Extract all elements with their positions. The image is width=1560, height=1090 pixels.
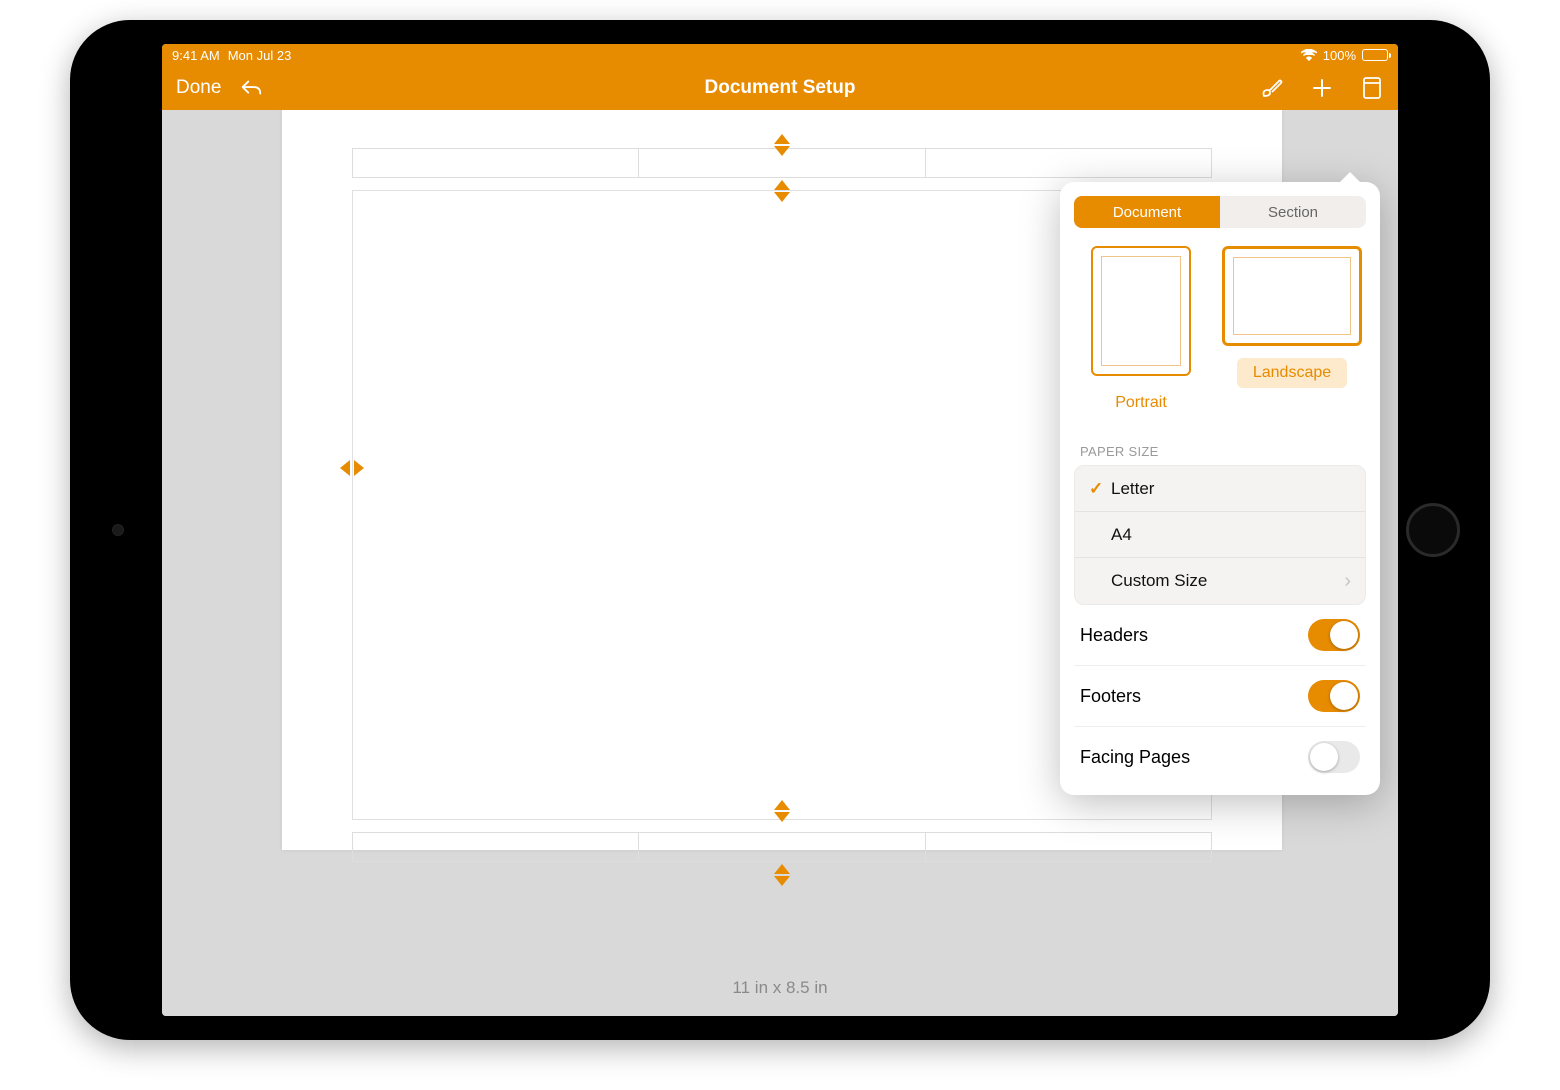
canvas-area[interactable]: 11 in x 8.5 in Document Section Portrait… (162, 110, 1398, 1016)
body-handle-top-up[interactable] (774, 180, 790, 190)
margin-handle-left[interactable] (340, 460, 350, 476)
tab-section[interactable]: Section (1220, 196, 1366, 228)
wifi-icon (1301, 49, 1317, 61)
facing-pages-label: Facing Pages (1080, 747, 1190, 768)
paper-option-a4[interactable]: A4 (1075, 512, 1365, 558)
brush-icon[interactable] (1260, 76, 1284, 100)
tab-document[interactable]: Document (1074, 196, 1220, 228)
headers-label: Headers (1080, 625, 1148, 646)
orientation-portrait[interactable]: Portrait (1078, 246, 1204, 418)
status-date: Mon Jul 23 (228, 48, 292, 63)
tab-segmented-control: Document Section (1074, 196, 1366, 228)
battery-percent: 100% (1323, 48, 1356, 63)
paper-size-heading: PAPER SIZE (1080, 444, 1360, 459)
portrait-label: Portrait (1099, 388, 1183, 418)
document-setup-popover: Document Section Portrait Landscape PAPE… (1060, 182, 1380, 795)
portrait-thumb-icon (1091, 246, 1191, 376)
facing-pages-toggle[interactable] (1308, 741, 1360, 773)
plus-icon[interactable] (1310, 76, 1334, 100)
margin-handle-left-in[interactable] (354, 460, 364, 476)
status-time: 9:41 AM (172, 48, 220, 63)
toolbar: Done Document Setup (162, 66, 1398, 110)
margin-handle-top-up[interactable] (774, 134, 790, 144)
body-handle-top-down[interactable] (774, 192, 790, 202)
footer-region[interactable] (352, 832, 1212, 862)
footers-toggle[interactable] (1308, 680, 1360, 712)
orientation-landscape[interactable]: Landscape (1222, 246, 1362, 418)
paper-option-letter[interactable]: ✓ Letter (1075, 466, 1365, 512)
body-handle-bottom-down[interactable] (774, 812, 790, 822)
checkmark-icon: ✓ (1089, 479, 1111, 499)
status-bar: 9:41 AM Mon Jul 23 100% (162, 44, 1398, 66)
footers-label: Footers (1080, 686, 1141, 707)
facing-pages-row: Facing Pages (1074, 727, 1366, 787)
margin-handle-top-down[interactable] (774, 146, 790, 156)
headers-row: Headers (1074, 605, 1366, 666)
body-handle-bottom-up[interactable] (774, 800, 790, 810)
undo-icon[interactable] (239, 76, 263, 100)
margin-handle-bottom-down[interactable] (774, 876, 790, 886)
page-title: Document Setup (162, 77, 1398, 99)
battery-icon (1362, 49, 1388, 61)
page-size-label: 11 in x 8.5 in (162, 978, 1398, 998)
home-button[interactable] (1406, 503, 1460, 557)
landscape-label: Landscape (1237, 358, 1347, 388)
document-options-icon[interactable] (1360, 76, 1384, 100)
margin-handle-bottom-up[interactable] (774, 864, 790, 874)
done-button[interactable]: Done (176, 77, 221, 99)
landscape-thumb-icon (1222, 246, 1362, 346)
ipad-frame: 9:41 AM Mon Jul 23 100% Done Document Se… (70, 20, 1490, 1040)
screen: 9:41 AM Mon Jul 23 100% Done Document Se… (162, 44, 1398, 1016)
footers-row: Footers (1074, 666, 1366, 727)
camera-dot (112, 524, 124, 536)
paper-size-list: ✓ Letter A4 Custom Size › (1074, 465, 1366, 605)
headers-toggle[interactable] (1308, 619, 1360, 651)
chevron-right-icon: › (1344, 570, 1351, 593)
paper-option-custom[interactable]: Custom Size › (1075, 558, 1365, 604)
